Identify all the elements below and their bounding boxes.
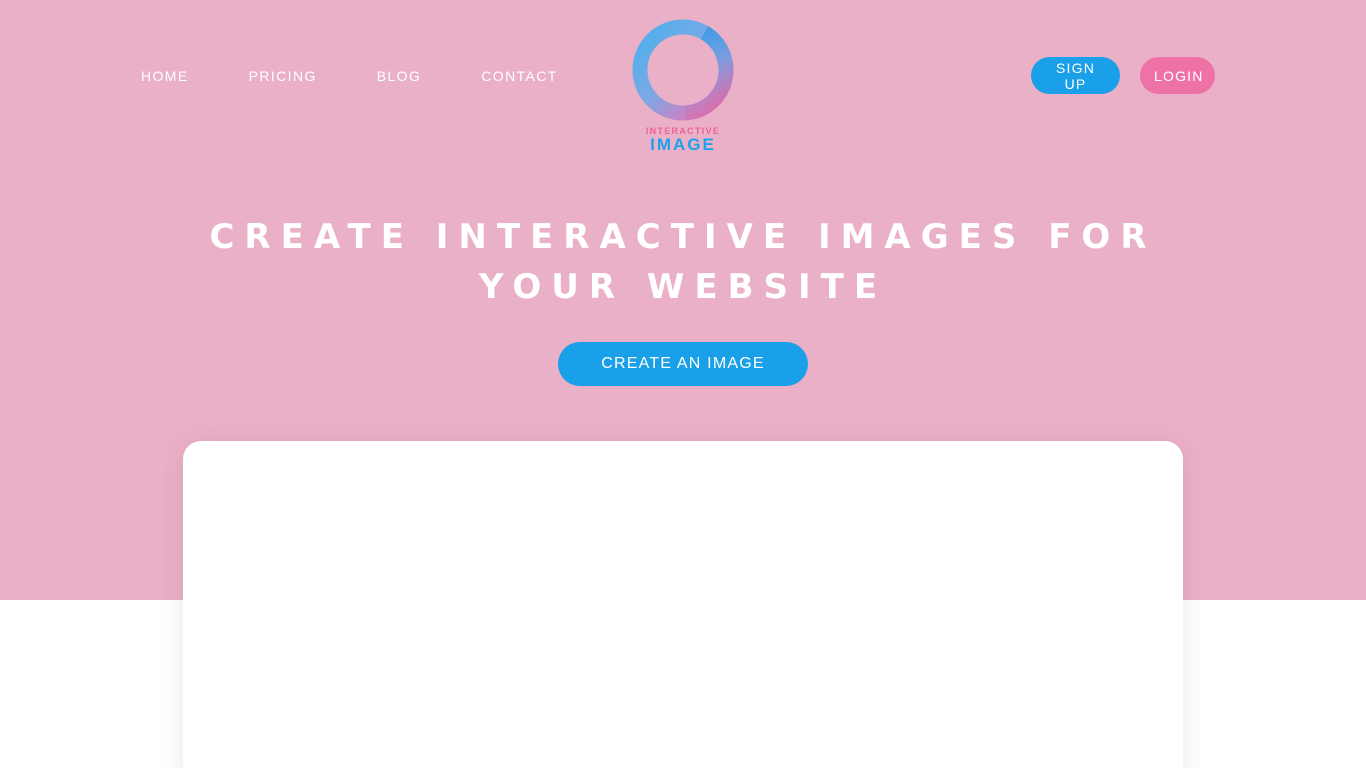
hero-headline-line-1: CREATE INTERACTIVE IMAGES FOR (209, 217, 1157, 257)
hero-headline: CREATE INTERACTIVE IMAGES FOR YOUR WEBSI… (183, 212, 1183, 312)
auth-buttons: SIGN UP LOGIN (1031, 57, 1215, 94)
site-logo[interactable]: INTERACTIVE IMAGE (632, 19, 734, 154)
nav-link-contact[interactable]: CONTACT (481, 66, 557, 86)
nav-link-blog[interactable]: BLOG (377, 66, 422, 86)
image-preview-panel (183, 441, 1183, 768)
signup-button[interactable]: SIGN UP (1031, 57, 1120, 94)
main-nav: HOME PRICING BLOG CONTACT (141, 66, 558, 86)
landing-page: HOME PRICING BLOG CONTACT INTERACTIVE IM… (0, 0, 1366, 768)
hero-headline-line-2: YOUR WEBSITE (478, 267, 888, 307)
login-button[interactable]: LOGIN (1140, 57, 1215, 94)
ring-logo-icon (632, 19, 734, 121)
create-image-button[interactable]: CREATE AN IMAGE (558, 342, 808, 386)
nav-link-pricing[interactable]: PRICING (249, 66, 317, 86)
logo-text-bottom: IMAGE (650, 135, 716, 154)
nav-link-home[interactable]: HOME (141, 66, 189, 86)
